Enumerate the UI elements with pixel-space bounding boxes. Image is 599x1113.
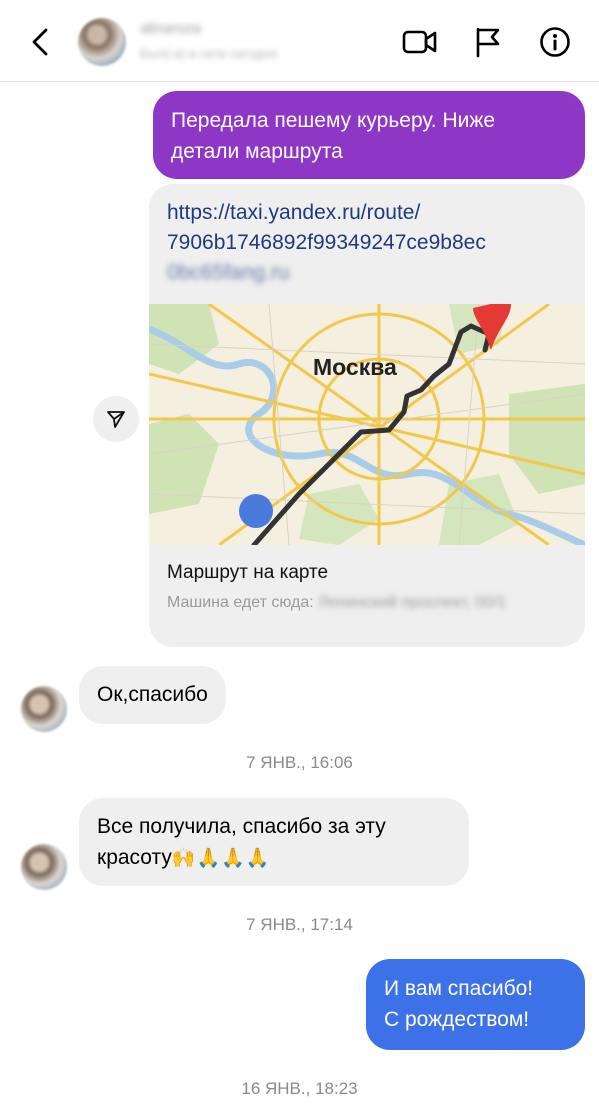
video-camera-icon: [402, 30, 437, 54]
flag-icon: [476, 27, 500, 58]
contact-name[interactable]: alinaroza: [140, 20, 201, 38]
sender-avatar[interactable]: [21, 844, 67, 890]
share-button[interactable]: [93, 396, 139, 442]
message-text-line-2: С рождеством!: [384, 1008, 530, 1031]
send-icon: [107, 411, 125, 428]
route-map[interactable]: Москва: [149, 304, 585, 545]
outgoing-message[interactable]: И вам спасибо! С рождеством!: [366, 959, 585, 1050]
link-line-2: 7906b1746892f99349247ce9b8ec: [167, 231, 486, 254]
card-title: Маршрут на карте: [167, 562, 329, 583]
link-line-3: 0bc65fang.ru: [167, 261, 290, 284]
sender-avatar[interactable]: [21, 686, 67, 732]
link-line-1: https://taxi.yandex.ru/route/: [167, 201, 421, 224]
map-graphic: [149, 304, 585, 545]
back-button[interactable]: [22, 24, 58, 60]
timestamp: 16 ЯНВ., 18:23: [241, 1079, 358, 1098]
prayer-emoji-icon: 🙌🙏🙏🙏: [171, 847, 271, 869]
chat-header: alinaroza Был(-а) в сети сегодня: [0, 0, 599, 82]
card-subtitle: Машина едет сюда: Ленинский проспект, 00…: [167, 592, 567, 614]
incoming-message[interactable]: Все получила, спасибо за эту красоту🙌🙏🙏🙏: [79, 798, 469, 886]
message-text-line-1: И вам спасибо!: [384, 977, 534, 1000]
chevron-left-icon: [32, 28, 48, 56]
incoming-message[interactable]: Ок,спасибо: [79, 666, 226, 724]
outgoing-message[interactable]: Передала пешему курьеру. Ниже детали мар…: [153, 91, 585, 179]
link-preview-card[interactable]: https://taxi.yandex.ru/route/ 7906b17468…: [149, 184, 585, 647]
route-link[interactable]: https://taxi.yandex.ru/route/ 7906b17468…: [167, 198, 577, 288]
video-call-button[interactable]: [402, 24, 438, 60]
card-subtitle-address: Ленинский проспект, 00/1: [318, 594, 507, 611]
message-text-line-1: Все получила, спасибо за эту: [97, 815, 386, 838]
message-text: Передала пешему курьеру. Ниже детали мар…: [171, 109, 496, 163]
info-icon: [540, 27, 570, 57]
message-text: Ок,спасибо: [97, 683, 208, 706]
message-text-line-2: красоту🙌🙏🙏🙏: [97, 842, 451, 874]
report-button[interactable]: [470, 24, 506, 60]
message-text: красоту: [97, 846, 172, 869]
contact-avatar[interactable]: [78, 18, 126, 66]
timestamp: 7 ЯНВ., 16:06: [246, 753, 353, 772]
info-button[interactable]: [537, 24, 573, 60]
card-subtitle-prefix: Машина едет сюда:: [167, 594, 314, 611]
map-city-label: Москва: [313, 354, 397, 380]
contact-status: Был(-а) в сети сегодня: [140, 46, 277, 61]
timestamp: 7 ЯНВ., 17:14: [246, 915, 353, 934]
